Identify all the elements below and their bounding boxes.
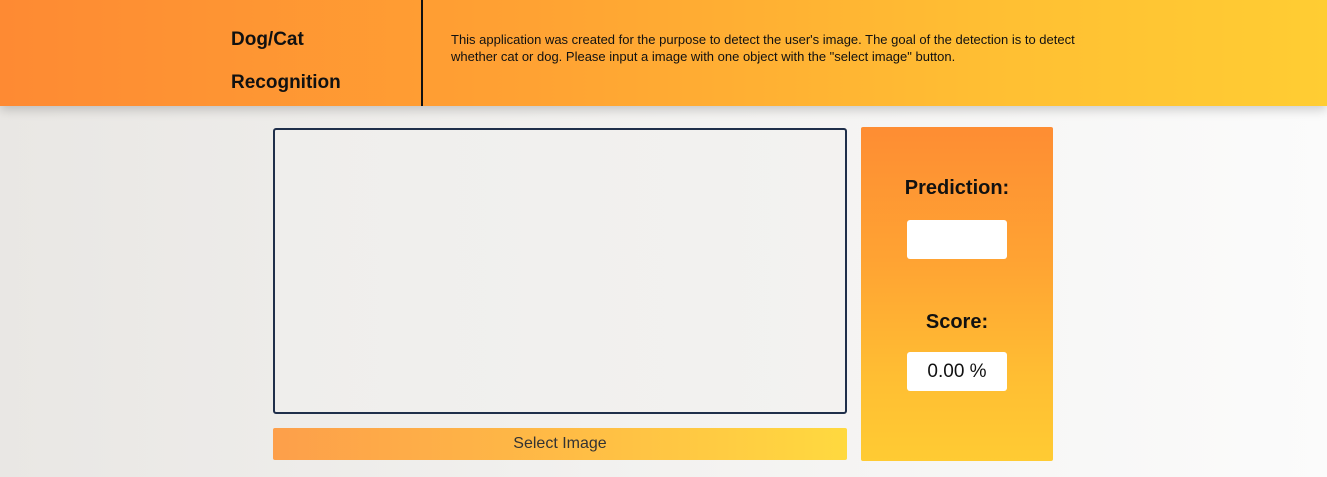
app-page: Dog/Cat Recognition This application was… [0, 0, 1327, 477]
result-panel: Prediction: Score: 0.00 % [861, 127, 1053, 461]
prediction-value [907, 220, 1007, 259]
select-image-button[interactable]: Select Image [273, 428, 847, 460]
header-divider [421, 0, 423, 106]
score-label: Score: [925, 311, 989, 333]
app-title: Dog/Cat Recognition [231, 18, 411, 104]
score-value: 0.00 % [907, 352, 1007, 391]
prediction-label: Prediction: [904, 177, 1010, 199]
app-title-line1: Dog/Cat [231, 29, 304, 50]
app-header: Dog/Cat Recognition This application was… [0, 0, 1327, 106]
image-preview-area [273, 128, 847, 414]
app-description: This application was created for the pur… [451, 32, 1075, 64]
app-title-line2: Recognition [231, 72, 341, 93]
